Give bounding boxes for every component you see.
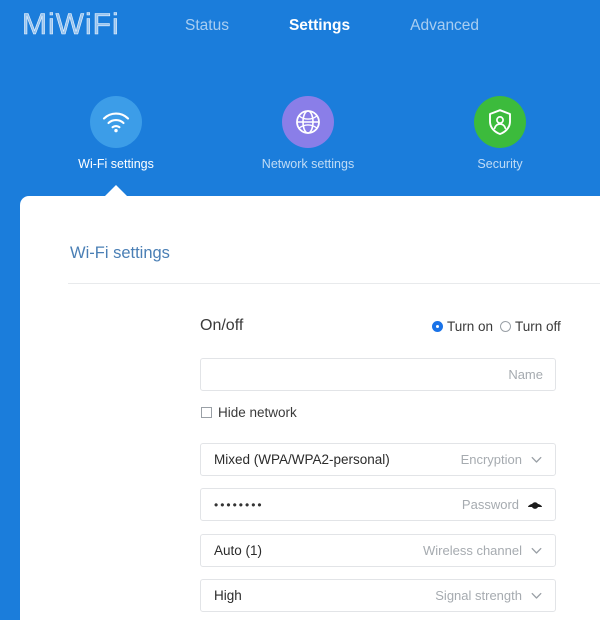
chevron-down-icon[interactable]: [530, 589, 543, 602]
nav-item-settings[interactable]: Settings: [289, 17, 350, 35]
hide-network-checkbox[interactable]: Hide network: [201, 405, 297, 420]
encryption-hint: Encryption: [460, 452, 522, 467]
wireless-channel-hint: Wireless channel: [423, 543, 522, 558]
encryption-select[interactable]: Mixed (WPA/WPA2-personal) Encryption: [200, 443, 556, 476]
show-password-eye-icon[interactable]: [527, 499, 543, 511]
password-value: ••••••••: [214, 497, 264, 512]
globe-icon: [282, 96, 334, 148]
checkbox-box-icon[interactable]: [201, 407, 212, 418]
miwifi-router-admin-page: MiWiFi Status Settings Advanced Wi-Fi se…: [0, 0, 600, 620]
encryption-value: Mixed (WPA/WPA2-personal): [214, 452, 390, 467]
onoff-radio-group: Turn on Turn off: [432, 319, 561, 334]
section-icon-row: Wi-Fi settings Network settings Security: [0, 96, 600, 176]
onoff-label: On/off: [200, 317, 244, 334]
section-wifi-settings[interactable]: Wi-Fi settings: [46, 96, 186, 171]
network-name-input[interactable]: Name: [200, 358, 556, 391]
top-navigation-bar: MiWiFi Status Settings Advanced: [0, 0, 600, 62]
page-title: Wi-Fi settings: [70, 244, 170, 262]
hide-network-label: Hide network: [218, 405, 297, 420]
network-name-hint: Name: [508, 367, 543, 382]
radio-turn-off-dot[interactable]: [500, 321, 512, 332]
section-security[interactable]: Security: [430, 96, 570, 171]
wireless-channel-value: Auto (1): [214, 543, 263, 558]
wireless-channel-select[interactable]: Auto (1) Wireless channel: [200, 534, 556, 567]
signal-strength-select[interactable]: High Signal strength: [200, 579, 556, 612]
radio-turn-on-dot[interactable]: [432, 321, 443, 332]
wifi-icon: [90, 96, 142, 148]
chevron-down-icon[interactable]: [530, 544, 543, 557]
radio-turn-off-label: Turn off: [515, 319, 561, 334]
panel-pointer-notch: [105, 185, 127, 196]
signal-strength-hint: Signal strength: [435, 588, 522, 603]
section-label-security: Security: [477, 157, 523, 171]
main-nav: Status Settings Advanced: [185, 17, 479, 35]
section-network-settings[interactable]: Network settings: [238, 96, 378, 171]
password-hint: Password: [461, 497, 519, 512]
signal-strength-value: High: [214, 588, 242, 603]
onoff-row: On/off Turn on Turn off: [20, 314, 580, 344]
password-input[interactable]: •••••••• Password: [200, 488, 556, 521]
radio-turn-off[interactable]: Turn off: [500, 319, 561, 334]
settings-panel: Wi-Fi settings On/off Turn on Turn off N…: [20, 196, 600, 620]
shield-user-icon: [474, 96, 526, 148]
section-label-network-settings: Network settings: [261, 157, 355, 171]
miwifi-logo: MiWiFi: [22, 8, 120, 42]
radio-turn-on[interactable]: Turn on: [432, 319, 493, 334]
chevron-down-icon[interactable]: [530, 453, 543, 466]
section-label-wifi-settings: Wi-Fi settings: [78, 157, 154, 171]
nav-item-status[interactable]: Status: [185, 17, 229, 35]
radio-turn-on-label: Turn on: [447, 319, 494, 334]
title-divider: [68, 283, 600, 284]
nav-item-advanced[interactable]: Advanced: [410, 17, 479, 35]
